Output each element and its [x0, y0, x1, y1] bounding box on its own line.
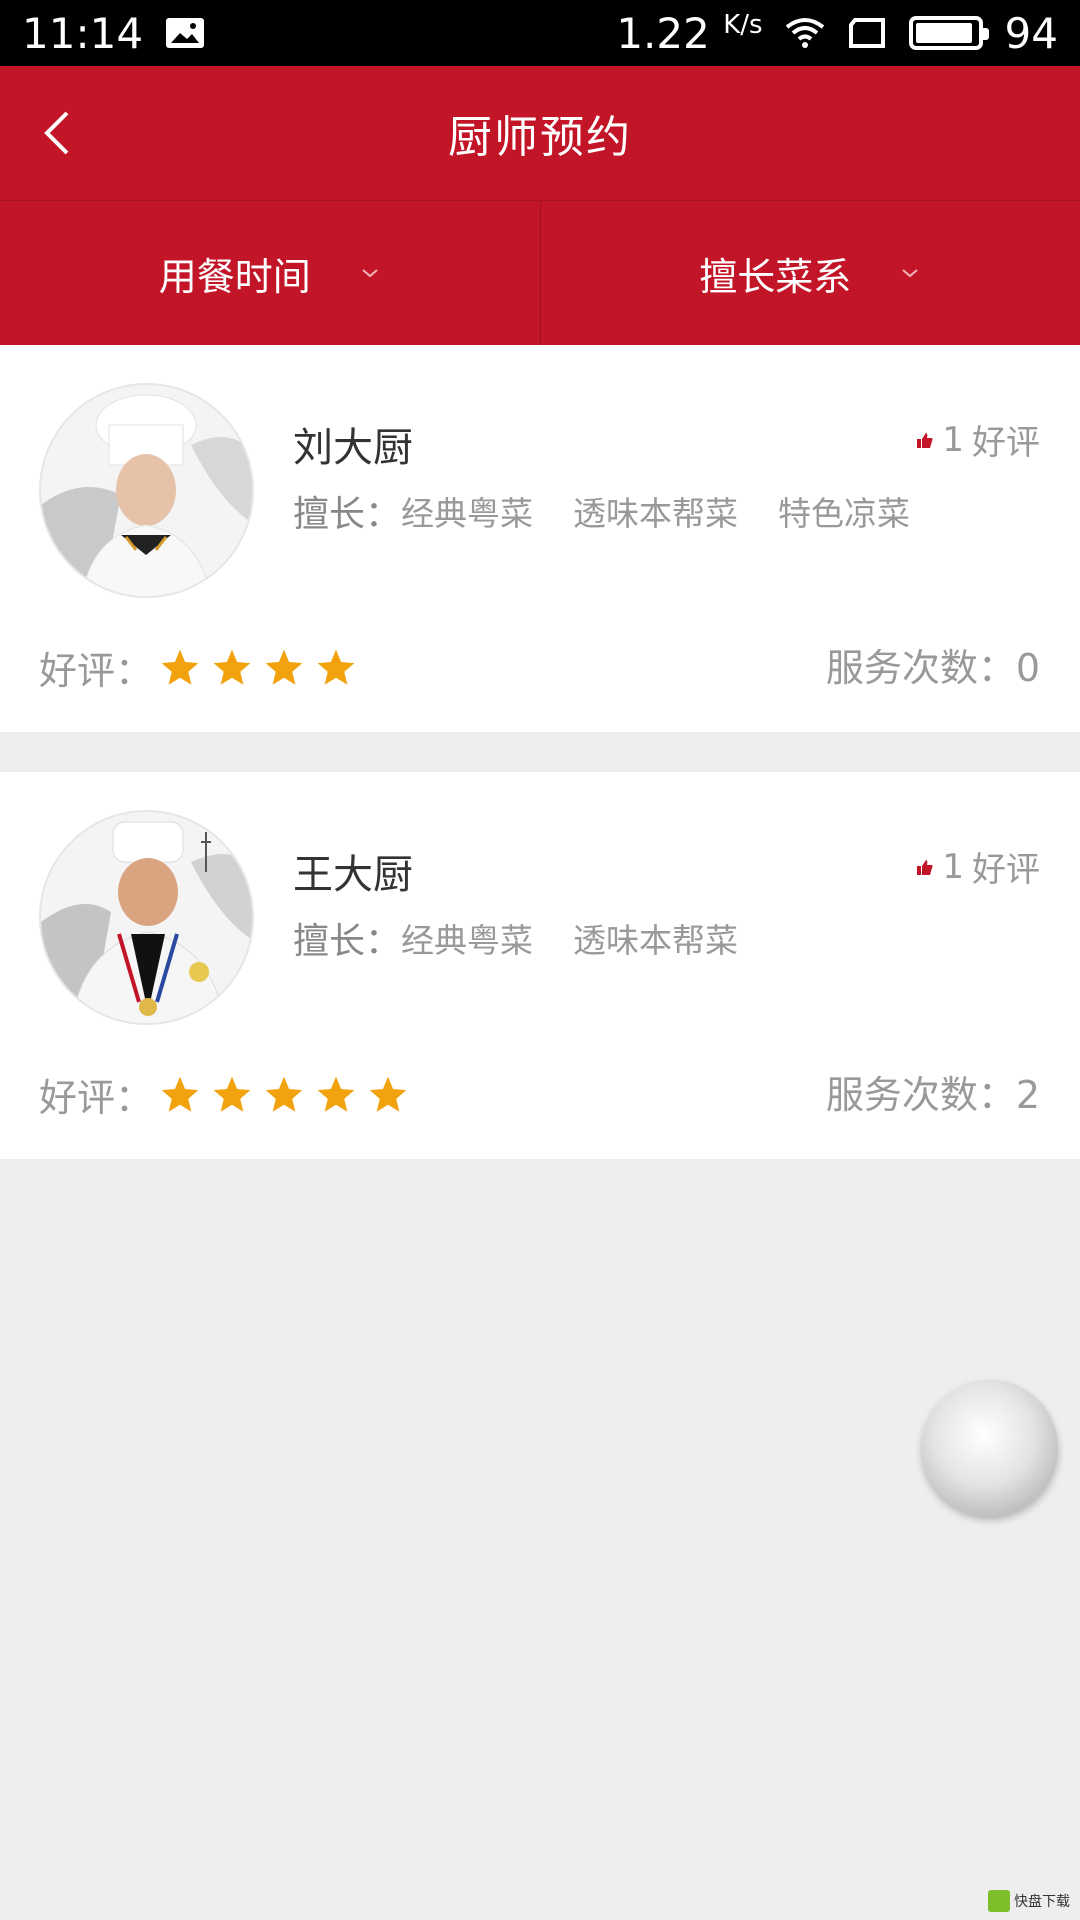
chef-card[interactable]: 王大厨 1 好评 擅长： 经典粤菜 透味本帮菜 好评： 服务次数：2 — [0, 772, 1080, 1159]
thumb-up-icon — [917, 432, 933, 448]
star-icon — [369, 1076, 407, 1112]
net-speed-unit: K/s — [723, 9, 763, 40]
specialty-label: 擅长： — [293, 494, 402, 535]
specialty-tag: 经典粤菜 — [401, 494, 534, 533]
watermark-text: 快盘下载 — [1014, 1894, 1070, 1910]
floating-assist-button[interactable] — [922, 1380, 1058, 1516]
rating-row: 好评： — [39, 640, 357, 695]
battery-fill — [915, 23, 972, 43]
wifi-icon — [785, 18, 824, 48]
specialty-tag: 经典粤菜 — [401, 921, 534, 960]
specialty-label: 擅长： — [293, 921, 402, 962]
status-time: 11:14 — [22, 8, 144, 58]
rating-stars — [159, 1074, 409, 1116]
filter-cuisine[interactable]: 擅长菜系 — [539, 201, 1080, 345]
rating-label: 好评： — [39, 1076, 154, 1120]
service-count: 服务次数：0 — [825, 646, 1040, 690]
star-icon — [213, 1076, 251, 1112]
back-arrow-icon — [44, 111, 69, 155]
chef-avatar — [39, 383, 254, 598]
status-left: 11:14 — [22, 9, 205, 58]
specialty-row: 擅长： 经典粤菜 透味本帮菜 — [293, 912, 778, 964]
chef-photo — [41, 821, 252, 1023]
watermark: 快盘下载 — [988, 1890, 1070, 1912]
star-icon — [317, 1076, 355, 1112]
praise-count: 1 好评 — [916, 842, 1040, 891]
chevron-down-icon — [902, 269, 918, 278]
filter-label: 擅长菜系 — [699, 254, 852, 299]
star-icon — [317, 649, 355, 685]
filter-label: 用餐时间 — [158, 254, 311, 299]
praise-label: 好评 — [972, 423, 1040, 463]
chef-photo — [41, 394, 252, 596]
star-icon — [265, 649, 303, 685]
rating-label: 好评： — [39, 649, 154, 693]
status-bar: 11:14 1.22 K/s 94 — [0, 0, 1080, 66]
chef-list: 刘大厨 1 好评 擅长： 经典粤菜 透味本帮菜 特色凉菜 好评： 服务次数：0 — [0, 345, 1080, 1199]
chef-name: 王大厨 — [293, 852, 413, 898]
back-button[interactable] — [26, 100, 86, 166]
chef-avatar — [39, 810, 254, 1025]
star-icon — [161, 649, 199, 685]
star-icon — [161, 1076, 199, 1112]
rating-row: 好评： — [39, 1067, 409, 1122]
filter-dining-time[interactable]: 用餐时间 — [0, 201, 540, 345]
praise-count: 1 好评 — [916, 415, 1040, 464]
page-title: 厨师预约 — [448, 112, 632, 163]
status-right: 1.22 K/s 94 — [616, 9, 1058, 58]
watermark-logo-icon — [988, 1890, 1010, 1912]
battery-icon — [908, 16, 989, 50]
sim-card-icon — [848, 18, 885, 48]
specialty-tag: 特色凉菜 — [778, 494, 911, 533]
chevron-down-icon — [362, 269, 378, 278]
filter-bar: 用餐时间 擅长菜系 — [0, 200, 1080, 345]
chef-name: 刘大厨 — [293, 425, 413, 471]
praise-label: 好评 — [972, 850, 1040, 890]
specialty-row: 擅长： 经典粤菜 透味本帮菜 特色凉菜 — [293, 485, 950, 537]
thumb-up-icon — [917, 859, 933, 875]
chef-card[interactable]: 刘大厨 1 好评 擅长： 经典粤菜 透味本帮菜 特色凉菜 好评： 服务次数：0 — [0, 345, 1080, 732]
service-count: 服务次数：2 — [825, 1073, 1040, 1117]
praise-number: 1 — [942, 846, 964, 887]
star-icon — [265, 1076, 303, 1112]
rating-stars — [159, 647, 357, 689]
praise-number: 1 — [942, 419, 964, 460]
net-speed-value: 1.22 — [616, 8, 710, 58]
specialty-tag: 透味本帮菜 — [573, 921, 739, 960]
gallery-notification-icon — [166, 18, 205, 48]
net-speed: 1.22 K/s — [616, 9, 762, 58]
app-header: 厨师预约 — [0, 66, 1080, 200]
specialty-tag: 透味本帮菜 — [573, 494, 739, 533]
star-icon — [213, 649, 251, 685]
battery-percent: 94 — [1004, 8, 1058, 58]
